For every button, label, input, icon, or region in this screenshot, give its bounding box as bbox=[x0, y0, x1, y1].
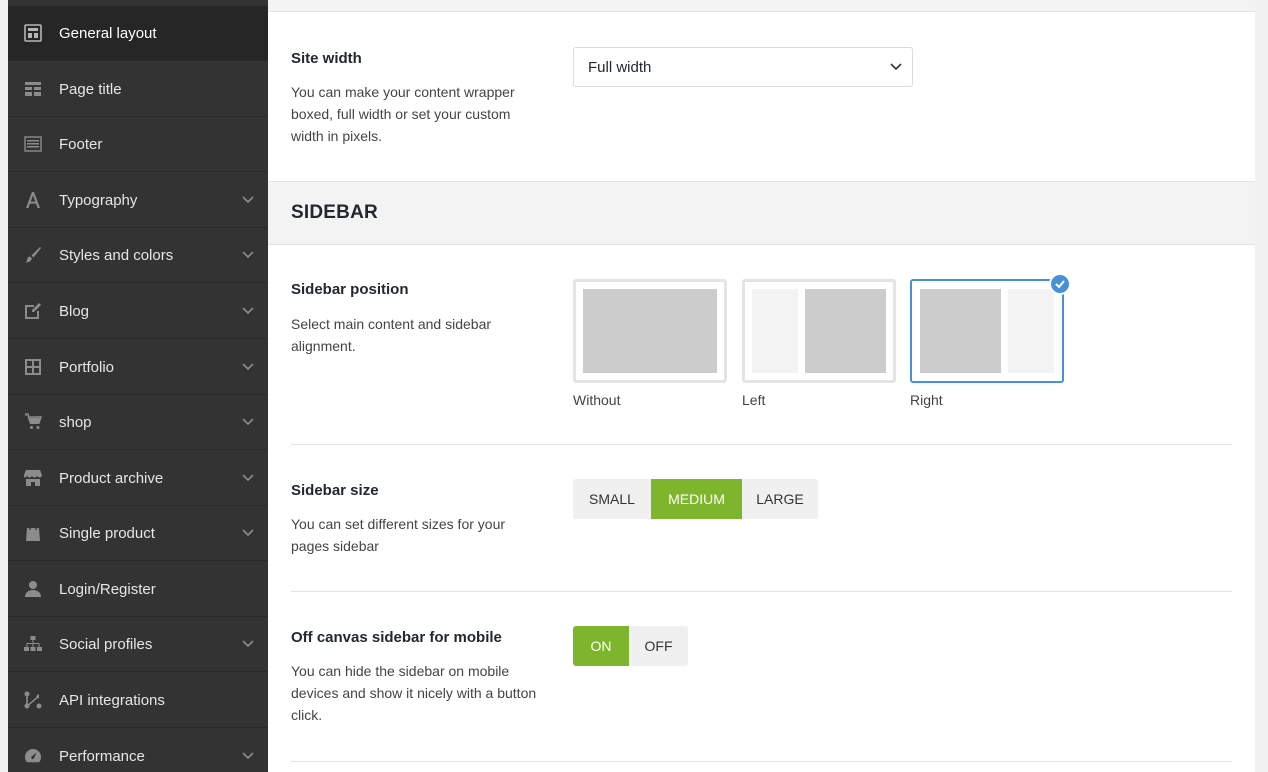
layout-preview-sidebar bbox=[1008, 289, 1054, 373]
off-canvas-toggle: ON OFF bbox=[573, 626, 688, 666]
user-icon bbox=[8, 580, 56, 598]
sidebar-item-portfolio[interactable]: Portfolio bbox=[8, 340, 268, 395]
sidebar-item-label: Performance bbox=[59, 747, 145, 765]
sidebar-item-performance[interactable]: Performance bbox=[8, 729, 268, 772]
size-small-button[interactable]: SMALL bbox=[573, 479, 651, 519]
sidebar-item-login-register[interactable]: Login/Register bbox=[8, 562, 268, 617]
sidebar-item-label: API integrations bbox=[59, 691, 165, 709]
sidebar-item-label: Social profiles bbox=[59, 635, 153, 653]
sidebar-item-label: shop bbox=[59, 413, 92, 431]
sidebar-item-typography[interactable]: Typography bbox=[8, 173, 268, 228]
layout-option-label: Left bbox=[742, 392, 766, 408]
site-width-description: You can make your content wrapper boxed,… bbox=[291, 84, 515, 144]
settings-sidebar: General layout Page title Footer Typogra… bbox=[8, 0, 268, 772]
section-title-sidebar: SIDEBAR bbox=[268, 181, 1255, 245]
off-canvas-title: Off canvas sidebar for mobile bbox=[291, 629, 502, 646]
site-width-select[interactable]: Full width bbox=[573, 47, 913, 87]
divider bbox=[291, 591, 1232, 592]
size-large-button[interactable]: LARGE bbox=[742, 479, 818, 519]
store-icon bbox=[8, 469, 56, 487]
sidebar-item-shop[interactable]: shop bbox=[8, 395, 268, 450]
layout-preview-sidebar bbox=[752, 289, 798, 373]
site-width-select-value: Full width bbox=[588, 58, 652, 76]
settings-panel: Site width You can make your content wra… bbox=[268, 0, 1255, 772]
divider bbox=[291, 761, 1232, 762]
sidebar-item-single-product[interactable]: Single product bbox=[8, 506, 268, 561]
sitemap-icon bbox=[8, 635, 56, 653]
sidebar-item-label: General layout bbox=[59, 24, 157, 42]
off-canvas-description: You can hide the sidebar on mobile devic… bbox=[291, 663, 537, 723]
layout-icon bbox=[8, 24, 56, 42]
layout-preview-content bbox=[920, 289, 1001, 373]
gauge-icon bbox=[8, 747, 56, 765]
layout-option-left[interactable] bbox=[742, 279, 896, 383]
typography-icon bbox=[8, 191, 56, 209]
sidebar-item-label: Product archive bbox=[59, 469, 164, 487]
integration-icon bbox=[8, 691, 56, 709]
sidebar-item-label: Page title bbox=[59, 80, 122, 98]
chevron-down-icon bbox=[228, 196, 268, 204]
sidebar-position-title: Sidebar position bbox=[291, 281, 409, 298]
chevron-down-icon bbox=[228, 640, 268, 648]
site-width-title: Site width bbox=[291, 50, 362, 67]
sidebar-size-segmented: SMALL MEDIUM LARGE bbox=[573, 479, 818, 519]
sidebar-item-styles-and-colors[interactable]: Styles and colors bbox=[8, 228, 268, 283]
chevron-down-icon bbox=[228, 529, 268, 537]
layout-preview-content bbox=[805, 289, 886, 373]
chevron-down-icon bbox=[228, 418, 268, 426]
edit-icon bbox=[8, 302, 56, 320]
toggle-on-button[interactable]: ON bbox=[573, 626, 629, 666]
chevron-down-icon bbox=[228, 251, 268, 259]
brush-icon bbox=[8, 246, 56, 264]
size-medium-button[interactable]: MEDIUM bbox=[651, 479, 742, 519]
sidebar-item-footer[interactable]: Footer bbox=[8, 117, 268, 172]
layout-option-label: Without bbox=[573, 392, 621, 408]
section-header-strip bbox=[268, 0, 1255, 12]
sidebar-size-title: Sidebar size bbox=[291, 482, 379, 499]
layout-preview-content bbox=[583, 289, 717, 373]
chevron-down-icon bbox=[228, 752, 268, 760]
sidebar-item-label: Single product bbox=[59, 524, 155, 542]
sidebar-item-label: Footer bbox=[59, 135, 103, 153]
chevron-down-icon bbox=[228, 307, 268, 315]
layout-option-label: Right bbox=[910, 392, 943, 408]
page-title-icon bbox=[8, 80, 56, 98]
chevron-down-icon bbox=[228, 363, 268, 371]
sidebar-size-description: You can set different sizes for your pag… bbox=[291, 516, 506, 554]
bag-icon bbox=[8, 524, 56, 542]
sidebar-item-page-title[interactable]: Page title bbox=[8, 62, 268, 117]
sidebar-item-general-layout[interactable]: General layout bbox=[8, 6, 268, 61]
cart-icon bbox=[8, 413, 56, 431]
sidebar-item-api-integrations[interactable]: API integrations bbox=[8, 673, 268, 728]
toggle-off-button[interactable]: OFF bbox=[629, 626, 688, 666]
sidebar-item-label: Styles and colors bbox=[59, 246, 174, 264]
sidebar-item-blog[interactable]: Blog bbox=[8, 284, 268, 339]
sidebar-item-label: Blog bbox=[59, 302, 90, 320]
grid-icon bbox=[8, 358, 56, 376]
selected-check-icon bbox=[1049, 273, 1071, 295]
sidebar-position-description: Select main content and sidebar alignmen… bbox=[291, 316, 492, 354]
chevron-down-icon bbox=[890, 63, 902, 71]
divider bbox=[291, 444, 1232, 445]
layout-option-right[interactable] bbox=[910, 279, 1064, 383]
chevron-down-icon bbox=[228, 474, 268, 482]
sidebar-item-social-profiles[interactable]: Social profiles bbox=[8, 617, 268, 672]
sidebar-item-product-archive[interactable]: Product archive bbox=[8, 451, 268, 506]
layout-option-without[interactable] bbox=[573, 279, 727, 383]
footer-icon bbox=[8, 135, 56, 153]
sidebar-item-label: Login/Register bbox=[59, 580, 156, 598]
sidebar-item-label: Typography bbox=[59, 191, 138, 209]
sidebar-item-label: Portfolio bbox=[59, 358, 115, 376]
